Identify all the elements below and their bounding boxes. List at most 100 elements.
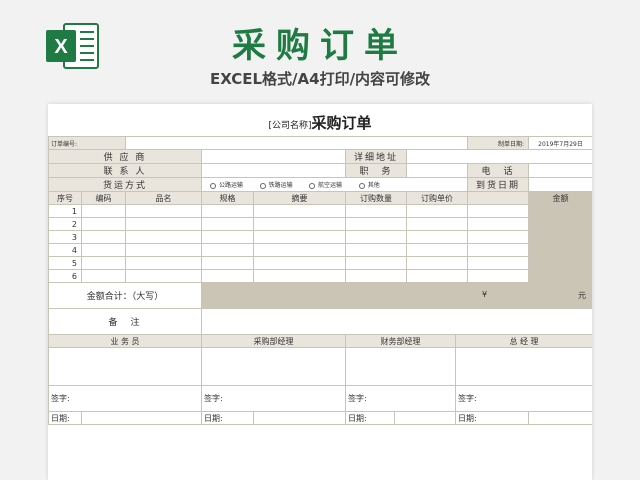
sign-row: 签字: 签字: 签字: 签字: bbox=[48, 385, 592, 412]
item-cell[interactable] bbox=[406, 204, 468, 218]
item-cell[interactable] bbox=[81, 256, 126, 270]
address-field[interactable] bbox=[406, 149, 592, 164]
item-cell[interactable] bbox=[467, 269, 529, 283]
item-cell[interactable] bbox=[345, 243, 407, 257]
total-words-field[interactable] bbox=[201, 282, 456, 309]
item-cell[interactable] bbox=[201, 256, 254, 270]
item-cell[interactable] bbox=[201, 243, 254, 257]
item-index: 2 bbox=[48, 217, 82, 231]
date-field[interactable] bbox=[528, 411, 592, 425]
item-cell[interactable] bbox=[467, 256, 529, 270]
col-header-price: 订购单价 bbox=[406, 191, 468, 205]
sign-label: 签字: bbox=[48, 385, 202, 412]
phone-field[interactable] bbox=[528, 163, 592, 178]
item-cell[interactable] bbox=[253, 269, 346, 283]
item-amount[interactable] bbox=[528, 204, 592, 218]
shipping-option-label: 航空运输 bbox=[318, 182, 343, 189]
order-no-label: 订单编号: bbox=[48, 136, 126, 150]
arrival-field[interactable] bbox=[528, 177, 592, 192]
shipping-option-label: 铁路运输 bbox=[268, 182, 293, 189]
remarks-row: 备 注 bbox=[48, 308, 592, 335]
item-cell[interactable] bbox=[125, 230, 202, 244]
shipping-option-rail[interactable]: 铁路运输 bbox=[259, 180, 293, 189]
item-cell[interactable] bbox=[345, 217, 407, 231]
item-amount[interactable] bbox=[528, 217, 592, 231]
item-cell[interactable] bbox=[201, 204, 254, 218]
position-field[interactable] bbox=[406, 163, 468, 178]
item-cell[interactable] bbox=[201, 230, 254, 244]
order-no-field[interactable] bbox=[125, 136, 468, 150]
item-cell[interactable] bbox=[253, 230, 346, 244]
item-cell[interactable] bbox=[467, 217, 529, 231]
item-cell[interactable] bbox=[253, 256, 346, 270]
date-row: 日期: 日期: 日期: 日期: bbox=[48, 411, 592, 425]
item-row: 6 bbox=[48, 269, 592, 283]
shipping-option-road[interactable]: 公路运输 bbox=[210, 180, 243, 189]
remarks-field[interactable] bbox=[201, 308, 592, 335]
item-cell[interactable] bbox=[406, 256, 468, 270]
item-index: 3 bbox=[48, 230, 82, 244]
item-cell[interactable] bbox=[125, 256, 202, 270]
date-field[interactable] bbox=[394, 411, 456, 425]
company-placeholder[interactable]: [公司名称] bbox=[268, 121, 311, 131]
supplier-row: 供 应 商 详细地址 bbox=[48, 149, 592, 164]
item-cell[interactable] bbox=[406, 230, 468, 244]
yen-symbol: ¥ bbox=[482, 290, 488, 299]
contact-field[interactable] bbox=[201, 163, 346, 178]
order-info-row: 订单编号: 制单日期: 2019年7月29日 bbox=[48, 136, 592, 150]
item-cell[interactable] bbox=[125, 204, 202, 218]
item-row: 3 bbox=[48, 230, 592, 244]
item-cell[interactable] bbox=[467, 204, 529, 218]
item-cell[interactable] bbox=[406, 243, 468, 257]
signer-box[interactable] bbox=[201, 347, 346, 386]
item-amount[interactable] bbox=[528, 269, 592, 283]
signer-box[interactable] bbox=[345, 347, 456, 386]
order-table: 订单编号: 制单日期: 2019年7月29日 供 应 商 详细地址 联 系 人 … bbox=[48, 136, 592, 425]
item-cell[interactable] bbox=[81, 230, 126, 244]
signer-general-manager: 总 经 理 bbox=[455, 334, 592, 348]
signers-header-row: 业 务 员 采购部经理 财务部经理 总 经 理 bbox=[48, 334, 592, 348]
item-cell[interactable] bbox=[201, 269, 254, 283]
item-cell[interactable] bbox=[345, 269, 407, 283]
date-field[interactable] bbox=[253, 411, 346, 425]
item-amount[interactable] bbox=[528, 243, 592, 257]
item-cell[interactable] bbox=[345, 256, 407, 270]
item-cell[interactable] bbox=[345, 230, 407, 244]
item-cell[interactable] bbox=[406, 269, 468, 283]
col-header-name: 品名 bbox=[125, 191, 202, 205]
supplier-field[interactable] bbox=[201, 149, 346, 164]
item-cell[interactable] bbox=[81, 243, 126, 257]
item-cell[interactable] bbox=[253, 217, 346, 231]
shipping-option-label: 其他 bbox=[367, 182, 380, 189]
date-field[interactable] bbox=[81, 411, 202, 425]
item-cell[interactable] bbox=[467, 243, 529, 257]
item-cell[interactable] bbox=[125, 217, 202, 231]
item-cell[interactable] bbox=[345, 204, 407, 218]
item-cell[interactable] bbox=[81, 217, 126, 231]
item-cell[interactable] bbox=[125, 243, 202, 257]
item-cell[interactable] bbox=[125, 269, 202, 283]
item-index: 4 bbox=[48, 243, 82, 257]
shipping-option-air[interactable]: 航空运输 bbox=[309, 180, 342, 189]
col-header-amount-spacer bbox=[467, 191, 529, 205]
item-cell[interactable] bbox=[253, 204, 346, 218]
item-cell[interactable] bbox=[406, 217, 468, 231]
banner-subtitle: EXCEL格式/A4打印/内容可修改 bbox=[209, 70, 431, 88]
item-cell[interactable] bbox=[253, 243, 346, 257]
signer-finance-manager: 财务部经理 bbox=[345, 334, 456, 348]
item-amount[interactable] bbox=[528, 256, 592, 270]
shipping-options: 公路运输 铁路运输 航空运输 其他 bbox=[201, 177, 468, 192]
signer-box[interactable] bbox=[455, 347, 592, 386]
order-date-value[interactable]: 2019年7月29日 bbox=[528, 136, 592, 150]
item-amount[interactable] bbox=[528, 230, 592, 244]
signers-blank-row bbox=[48, 347, 592, 386]
signer-box[interactable] bbox=[48, 347, 202, 386]
shipping-option-other[interactable]: 其他 bbox=[358, 180, 380, 189]
radio-icon bbox=[210, 182, 216, 189]
total-amount-field[interactable]: ¥ 元 bbox=[455, 282, 592, 309]
total-row: 金额合计：（大写） ¥ 元 bbox=[48, 282, 592, 309]
item-cell[interactable] bbox=[81, 204, 126, 218]
item-cell[interactable] bbox=[467, 230, 529, 244]
item-cell[interactable] bbox=[81, 269, 126, 283]
item-cell[interactable] bbox=[201, 217, 254, 231]
